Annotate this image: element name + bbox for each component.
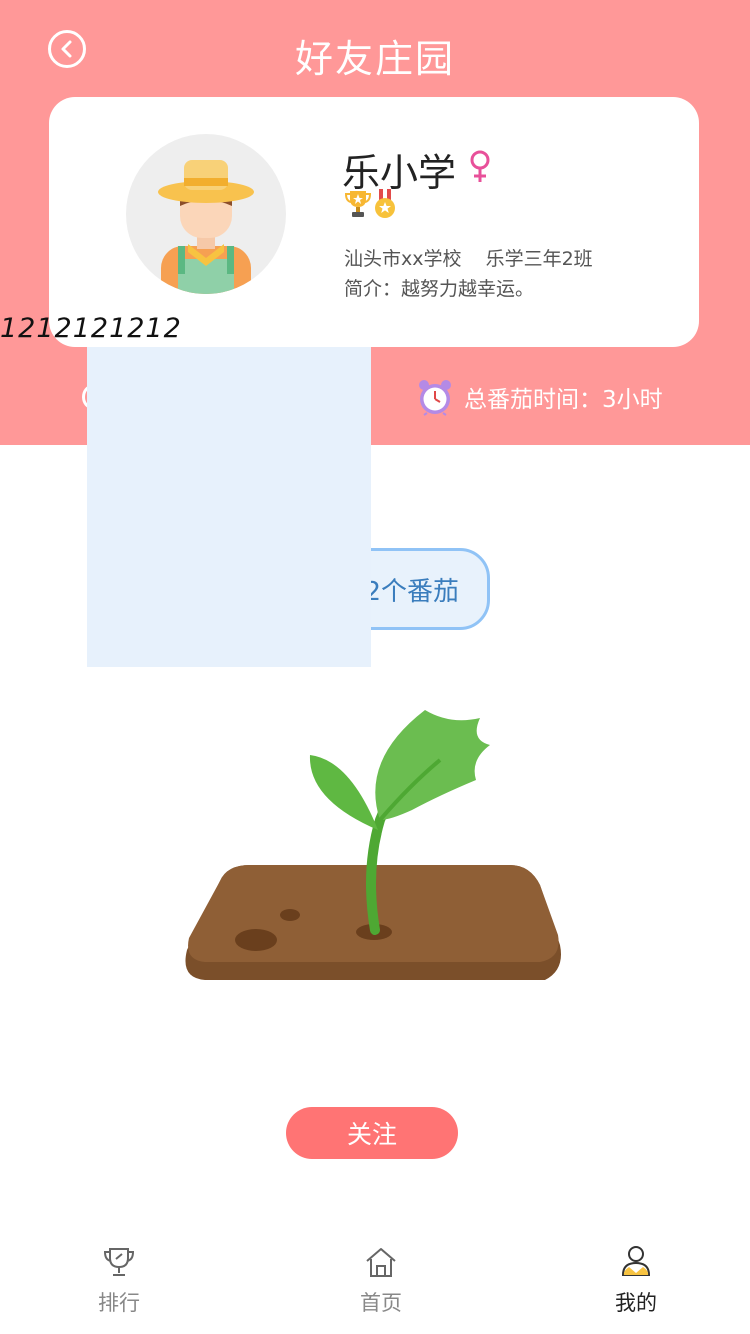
user-icon <box>621 1246 651 1276</box>
follow-button[interactable]: 关注 <box>286 1107 458 1159</box>
tab-mine-label: 我的 <box>615 1291 657 1315</box>
sprout-plant-illustration <box>185 710 561 980</box>
tab-home[interactable]: 首页 <box>321 1245 441 1317</box>
overlay-panel <box>87 347 371 667</box>
page-title: 好友庄园 <box>294 37 455 81</box>
class-name: 乐学三年2班 <box>485 248 593 270</box>
bottom-tab-bar: 排行 首页 我的 <box>0 1235 750 1334</box>
profile-card: 乐小学 汕头市xx学校 乐学三年2班 简介：越努力越幸运。 <box>49 97 699 347</box>
tomato-time-label: 总番茄时间：3小时 <box>464 387 663 413</box>
home-icon <box>366 1248 396 1277</box>
overflow-number-text: 1212121212 <box>0 313 182 344</box>
alarm-clock-icon <box>419 380 451 416</box>
farmer-avatar-icon <box>158 160 254 294</box>
medal-icon <box>375 189 395 218</box>
tab-home-label: 首页 <box>360 1291 402 1315</box>
trophy-icon <box>345 191 371 217</box>
tab-ranking[interactable]: 排行 <box>59 1245 179 1317</box>
avatar[interactable] <box>126 134 286 294</box>
tab-ranking-label: 排行 <box>98 1291 140 1315</box>
tab-mine[interactable]: 我的 <box>576 1245 696 1317</box>
trophy-outline-icon <box>103 1248 135 1276</box>
bubble-text: 2个番茄 <box>364 576 459 607</box>
badge-list <box>345 189 397 219</box>
tomato-time-stat: 总番茄时间：3小时 <box>416 378 663 416</box>
school-name: 汕头市xx学校 <box>344 248 462 270</box>
female-icon <box>470 150 490 182</box>
bio: 简介：越努力越幸运。 <box>344 278 535 300</box>
school-info: 汕头市xx学校 乐学三年2班 <box>344 244 593 271</box>
